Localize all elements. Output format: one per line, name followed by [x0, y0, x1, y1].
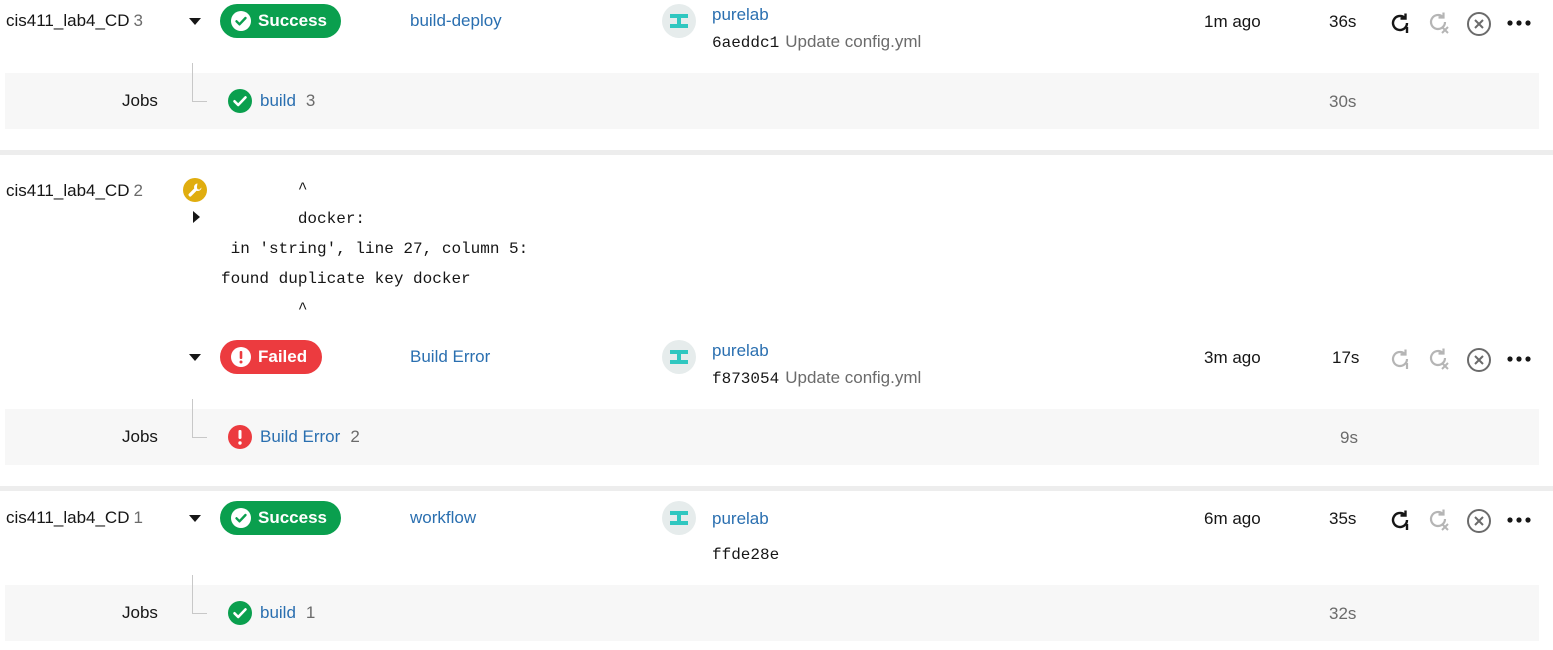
commit-hash[interactable]: ffde28e — [712, 546, 779, 564]
project-label[interactable]: cis411_lab4_CD — [6, 181, 129, 200]
status-badge[interactable]: Success — [220, 501, 341, 535]
job-number: 1 — [305, 603, 316, 622]
expand-caret-icon[interactable] — [189, 354, 201, 361]
project-label[interactable]: cis411_lab4_CD — [6, 11, 129, 30]
workflow-link[interactable]: build-deploy — [410, 11, 502, 31]
row-divider — [0, 150, 1553, 155]
job-duration: 30s — [1329, 92, 1357, 111]
workflow-link[interactable]: Build Error — [410, 347, 490, 367]
job-duration: 9s — [1340, 428, 1358, 447]
check-circle-icon — [231, 508, 251, 528]
time-ago: 3m ago — [1204, 348, 1261, 367]
check-circle-icon — [228, 89, 252, 113]
jobs-label: Jobs — [122, 603, 158, 622]
error-line: docker: — [221, 210, 366, 228]
commit-info: ffde28e — [712, 544, 785, 564]
commit-info: 6aeddc1 Update config.yml — [712, 32, 921, 52]
rerun-icon[interactable] — [1387, 507, 1413, 533]
user-link[interactable]: purelab — [712, 341, 769, 361]
project-name[interactable]: cis411_lab4_CD 2 — [6, 181, 143, 201]
pipeline-number: 1 — [133, 508, 143, 527]
check-circle-icon — [231, 11, 251, 31]
error-line: ^ — [221, 180, 308, 198]
job-number: 2 — [350, 427, 360, 446]
user-logo-icon — [670, 511, 688, 525]
tree-connector — [192, 63, 207, 102]
status-badge[interactable]: Success — [220, 4, 341, 38]
tree-connector — [192, 575, 207, 614]
job-item[interactable]: build 3 — [228, 89, 315, 113]
error-line: in 'string', line 27, column 5: — [221, 240, 529, 258]
user-logo-icon — [670, 14, 688, 28]
status-badge[interactable]: Failed — [220, 340, 322, 374]
exclamation-circle-icon — [228, 425, 252, 449]
cancel-icon[interactable] — [1466, 347, 1492, 373]
commit-hash[interactable]: 6aeddc1 — [712, 34, 779, 52]
job-name[interactable]: Build Error — [260, 427, 340, 447]
pipeline-number: 2 — [133, 181, 143, 200]
wrench-icon — [183, 178, 207, 202]
avatar[interactable] — [662, 4, 696, 38]
rerun-icon[interactable] — [1387, 10, 1413, 36]
status-label: Success — [258, 508, 327, 527]
job-item[interactable]: Build Error 2 — [228, 425, 360, 449]
job-name[interactable]: build — [260, 603, 296, 623]
workflow-link[interactable]: workflow — [410, 508, 476, 528]
more-options-icon[interactable] — [1506, 507, 1532, 533]
job-number: 3 — [305, 91, 316, 110]
row-divider — [0, 486, 1553, 491]
status-label: Success — [258, 11, 327, 30]
rerun-from-failed-icon[interactable] — [1426, 507, 1452, 533]
status-label: Failed — [258, 347, 308, 366]
user-link[interactable]: purelab — [712, 5, 769, 25]
job-item[interactable]: build 1 — [228, 601, 315, 625]
tree-connector — [192, 399, 207, 438]
user-logo-icon — [670, 350, 688, 364]
project-label[interactable]: cis411_lab4_CD — [6, 508, 129, 527]
commit-message: Update config.yml — [785, 32, 922, 51]
rerun-from-failed-icon[interactable] — [1426, 346, 1452, 372]
user-link[interactable]: purelab — [712, 509, 769, 529]
duration: 36s — [1329, 12, 1357, 31]
duration: 35s — [1329, 509, 1357, 528]
commit-hash[interactable]: f873054 — [712, 370, 779, 388]
cancel-icon[interactable] — [1466, 11, 1492, 37]
jobs-label: Jobs — [122, 427, 158, 446]
rerun-icon[interactable] — [1387, 346, 1413, 372]
time-ago: 6m ago — [1204, 509, 1261, 528]
jobs-label: Jobs — [122, 91, 158, 110]
cancel-icon[interactable] — [1466, 508, 1492, 534]
error-line: ^ — [221, 300, 308, 318]
expand-caret-icon[interactable] — [193, 211, 200, 223]
error-line: found duplicate key docker — [221, 270, 471, 288]
more-options-icon[interactable] — [1506, 10, 1532, 36]
config-error-message: ^ docker: in 'string', line 27, column 5… — [221, 174, 528, 324]
project-name[interactable]: cis411_lab4_CD 3 — [6, 11, 143, 31]
avatar[interactable] — [662, 501, 696, 535]
duration: 17s — [1332, 348, 1360, 367]
pipeline-number: 3 — [133, 11, 143, 30]
job-name[interactable]: build — [260, 91, 296, 111]
more-options-icon[interactable] — [1506, 346, 1532, 372]
expand-caret-icon[interactable] — [189, 515, 201, 522]
job-duration: 32s — [1329, 604, 1357, 623]
exclamation-circle-icon — [231, 347, 251, 367]
time-ago: 1m ago — [1204, 12, 1261, 31]
expand-caret-icon[interactable] — [189, 18, 201, 25]
check-circle-icon — [228, 601, 252, 625]
commit-message: Update config.yml — [785, 368, 922, 387]
commit-info: f873054 Update config.yml — [712, 368, 921, 388]
avatar[interactable] — [662, 340, 696, 374]
rerun-from-failed-icon[interactable] — [1426, 10, 1452, 36]
project-name[interactable]: cis411_lab4_CD 1 — [6, 508, 143, 528]
